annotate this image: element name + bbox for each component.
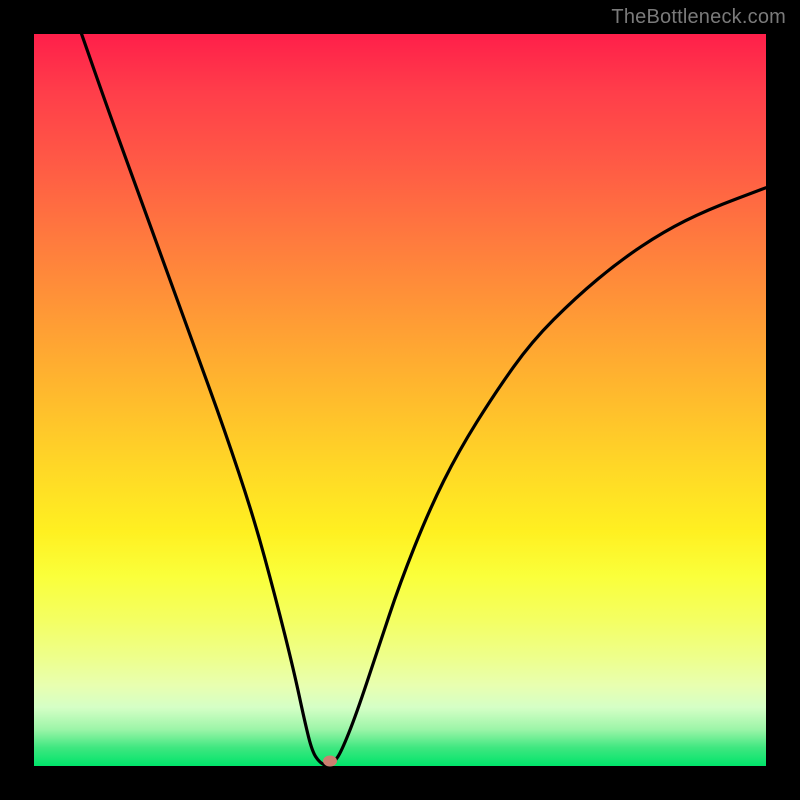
- watermark-text: TheBottleneck.com: [611, 6, 786, 29]
- minimum-marker: [323, 755, 337, 766]
- chart-container: TheBottleneck.com: [0, 0, 800, 800]
- bottleneck-curve-path: [82, 34, 766, 765]
- plot-area: [34, 34, 766, 766]
- curve-svg: [34, 34, 766, 766]
